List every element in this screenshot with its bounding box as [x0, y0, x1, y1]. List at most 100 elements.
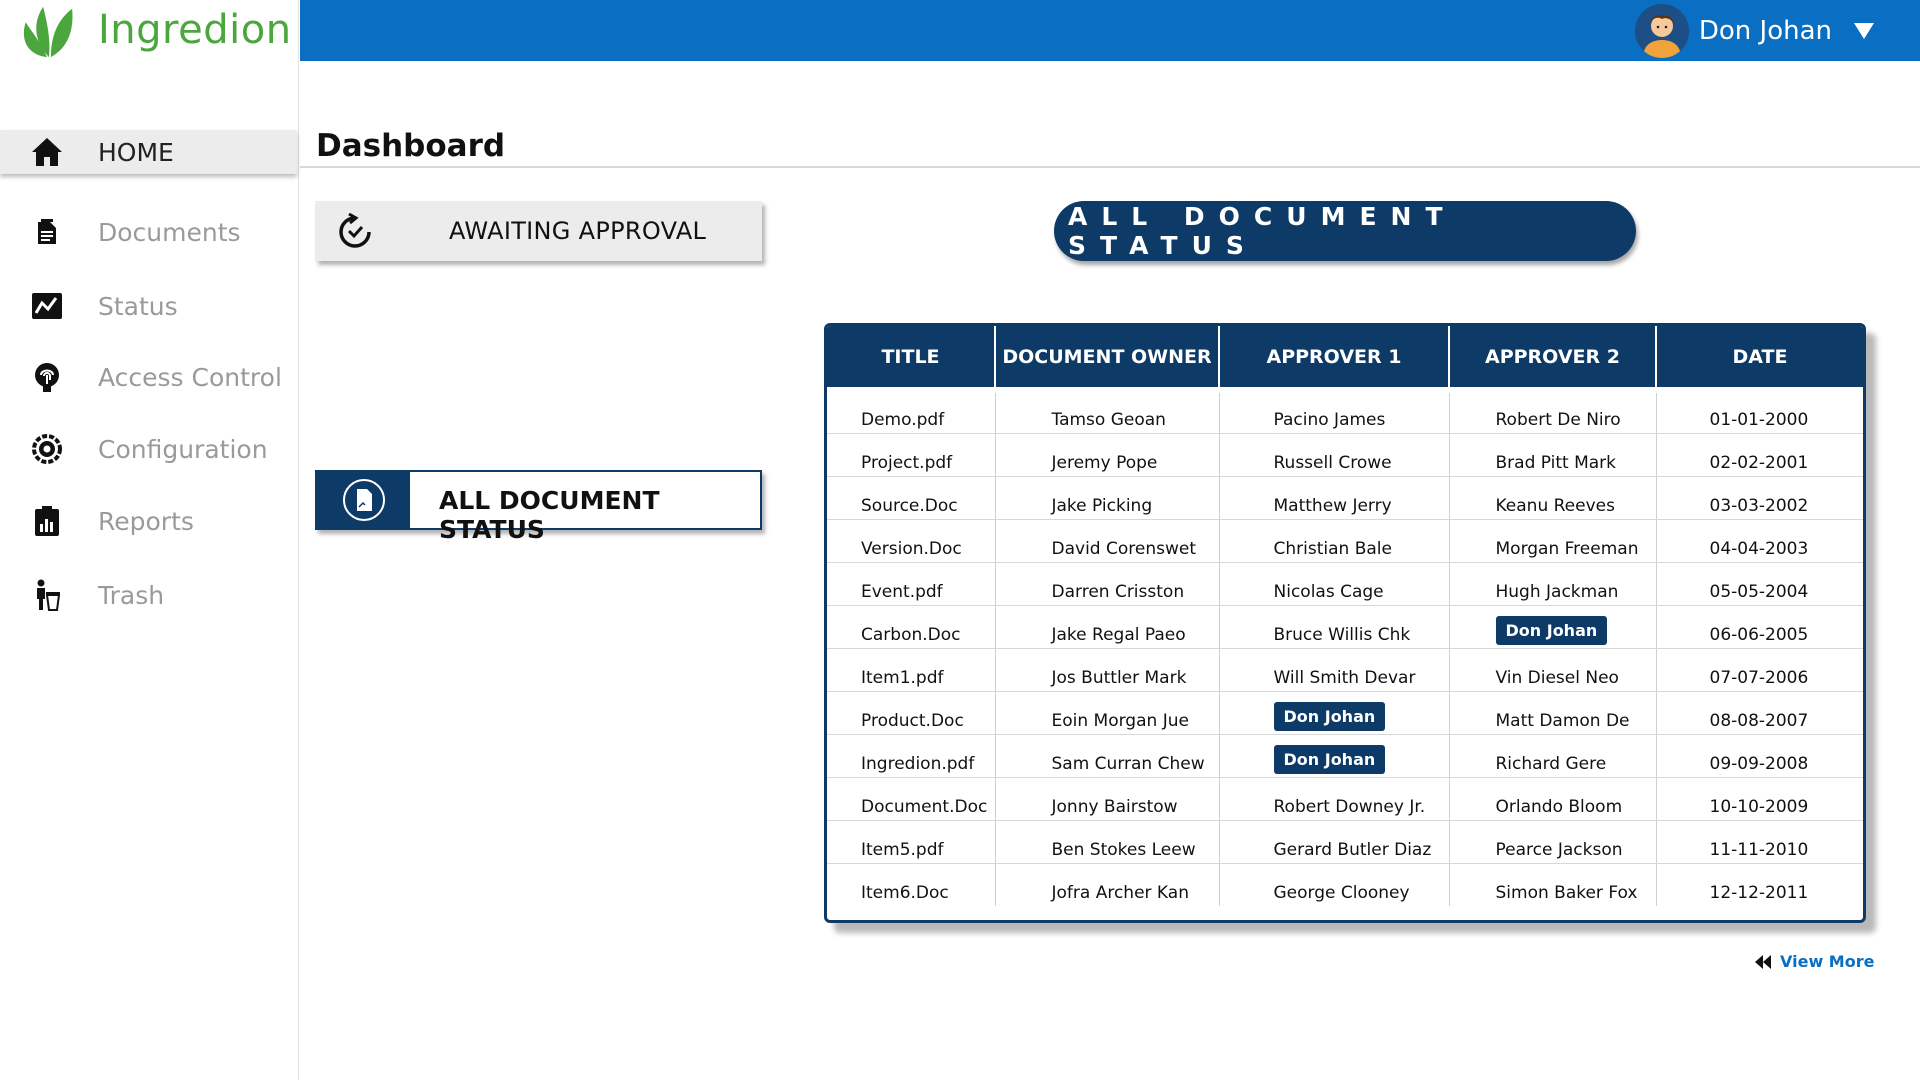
- brand-name: Ingredion: [98, 7, 292, 53]
- cell-text: Russell Crowe: [1273, 452, 1392, 473]
- title-divider: [300, 166, 1920, 168]
- cell-text: Demo.pdf: [861, 409, 945, 430]
- cell-text: 04-04-2003: [1709, 538, 1809, 559]
- sidebar-item-label: HOME: [98, 137, 174, 167]
- table-cell: Item6.Doc: [827, 863, 996, 906]
- column-header[interactable]: TITLE: [827, 326, 996, 393]
- table-row[interactable]: Item5.pdf Ben Stokes Leew Gerard Butler Di…: [827, 820, 1863, 864]
- cell-text: Hugh Jackman: [1495, 581, 1619, 602]
- table-row[interactable]: Document.Doc Jonny Bairstow Robert Downey …: [827, 777, 1863, 821]
- table-cell: Morgan Freeman: [1449, 519, 1657, 563]
- view-more-link[interactable]: View More: [1754, 952, 1874, 971]
- leaf-logo-icon: [23, 6, 73, 58]
- cell-text: Jofra Archer Kan: [1051, 883, 1189, 903]
- table-row[interactable]: Source.Doc Jake Picking Matthew Jerry Keanu…: [827, 476, 1863, 520]
- table-cell: 03-03-2002: [1656, 476, 1863, 520]
- column-header[interactable]: DATE: [1656, 326, 1863, 393]
- table-cell: Project.pdf: [827, 433, 996, 477]
- table-cell: 10-10-2009: [1656, 777, 1863, 821]
- cell-text: Robert Downey Jr.: [1273, 796, 1426, 817]
- cell-text: Gerard Butler Diaz: [1273, 839, 1432, 860]
- sidebar-item-configuration[interactable]: Configuration: [0, 427, 299, 471]
- report-icon: [30, 504, 64, 538]
- cell-text: Matt Damon De: [1495, 710, 1630, 731]
- column-header[interactable]: DOCUMENT OWNER: [995, 326, 1220, 393]
- awaiting-approval-button[interactable]: AWAITING APPROVAL: [315, 201, 762, 261]
- sidebar-item-label: Configuration: [98, 434, 268, 464]
- table-cell: Source.Doc: [827, 476, 996, 520]
- cell-text: Pearce Jackson: [1495, 839, 1623, 860]
- table-row[interactable]: Product.Doc Eoin Morgan Jue Don Johan Matt …: [827, 691, 1863, 735]
- table-cell: George Clooney: [1219, 863, 1450, 906]
- table-row[interactable]: Item1.pdf Jos Buttler Mark Will Smith Deva…: [827, 648, 1863, 692]
- sidebar-item-home[interactable]: HOME: [0, 130, 297, 174]
- cell-text: 02-02-2001: [1709, 452, 1809, 473]
- table-cell: Tamso Geoan: [995, 390, 1220, 434]
- table-cell: Christian Bale: [1219, 519, 1450, 563]
- cell-text: Tamso Geoan: [1051, 409, 1166, 430]
- cell-text: Document.Doc: [861, 796, 988, 817]
- sidebar-item-label: Reports: [98, 506, 194, 536]
- table-row[interactable]: Project.pdf Jeremy Pope Russell Crowe Brad …: [827, 433, 1863, 477]
- cell-text: 03-03-2002: [1709, 495, 1809, 516]
- caret-down-icon[interactable]: [1854, 23, 1874, 39]
- user-name[interactable]: Don Johan: [1699, 16, 1832, 46]
- table-cell: Robert Downey Jr.: [1219, 777, 1450, 821]
- table-row[interactable]: Demo.pdf Tamso Geoan Pacino James Robert De…: [827, 390, 1863, 434]
- cell-text: Matthew Jerry: [1273, 495, 1392, 516]
- sidebar-item-status[interactable]: Status: [0, 284, 299, 328]
- table-row[interactable]: Item6.Doc Jofra Archer Kan George Clooney S…: [827, 863, 1863, 906]
- table-cell: Vin Diesel Neo: [1449, 648, 1657, 692]
- sidebar-item-reports[interactable]: Reports: [0, 499, 299, 543]
- cell-text: Event.pdf: [861, 581, 943, 602]
- sidebar-item-trash[interactable]: Trash: [0, 573, 299, 617]
- table-cell: 12-12-2011: [1656, 863, 1863, 906]
- document-status-table: TITLE DOCUMENT OWNER APPROVER 1 APPROVER…: [824, 323, 1866, 923]
- sidebar-item-label: Trash: [98, 580, 165, 610]
- awaiting-approval-label: AWAITING APPROVAL: [449, 217, 707, 245]
- table-cell: Nicolas Cage: [1219, 562, 1450, 606]
- table-cell: Richard Gere: [1449, 734, 1657, 778]
- all-document-status-label: ALL DOCUMENT STATUS: [439, 486, 660, 544]
- table-cell: 07-07-2006: [1656, 648, 1863, 692]
- sidebar-item-documents[interactable]: Documents: [0, 210, 299, 254]
- column-header[interactable]: APPROVER 1: [1219, 326, 1450, 393]
- trash-icon: [30, 578, 64, 612]
- table-cell: Sam Curran Chew: [995, 734, 1220, 778]
- cell-text: 01-01-2000: [1709, 409, 1809, 430]
- approver-badge[interactable]: Don Johan: [1273, 701, 1386, 731]
- table-cell: Bruce Willis Chk: [1219, 605, 1450, 649]
- table-row[interactable]: Version.Doc David Corenswet Christian Bale…: [827, 519, 1863, 563]
- table-row[interactable]: Ingredion.pdf Sam Curran Chew Don Johan Ric…: [827, 734, 1863, 778]
- table-cell: Jeremy Pope: [995, 433, 1220, 477]
- table-cell: Item5.pdf: [827, 820, 996, 864]
- table-cell: Carbon.Doc: [827, 605, 996, 649]
- avatar-icon[interactable]: [1634, 4, 1689, 58]
- column-header[interactable]: APPROVER 2: [1449, 326, 1657, 393]
- table-cell: 04-04-2003: [1656, 519, 1863, 563]
- table-row[interactable]: Carbon.Doc Jake Regal Paeo Bruce Willis Ch…: [827, 605, 1863, 649]
- cell-text: Pacino James: [1273, 409, 1386, 430]
- section-heading-text: ALL DOCUMENT STATUS: [1068, 202, 1457, 260]
- sidebar-item-access-control[interactable]: Access Control: [0, 355, 299, 399]
- approver-badge[interactable]: Don Johan: [1273, 744, 1386, 774]
- cell-text: Item1.pdf: [861, 667, 944, 688]
- table-cell: 05-05-2004: [1656, 562, 1863, 606]
- table-cell: Don Johan: [1449, 605, 1657, 649]
- table-cell: 08-08-2007: [1656, 691, 1863, 735]
- table-cell: Don Johan: [1219, 734, 1450, 778]
- user-menu[interactable]: Don Johan: [1634, 3, 1874, 59]
- cell-text: Eoin Morgan Jue: [1051, 710, 1189, 731]
- refresh-icon: [339, 212, 371, 248]
- approver-badge[interactable]: Don Johan: [1495, 615, 1608, 645]
- table-cell: Ben Stokes Leew: [995, 820, 1220, 864]
- sidebar-item-label: Status: [98, 291, 178, 321]
- sidebar: Ingredion HOME Documents Status Access C…: [0, 0, 299, 1080]
- page-title: Dashboard: [316, 128, 506, 164]
- cell-text: Version.Doc: [861, 538, 962, 559]
- brand-logo[interactable]: Ingredion: [18, 2, 292, 58]
- table-cell: Jos Buttler Mark: [995, 648, 1220, 692]
- all-document-status-button[interactable]: ALL DOCUMENT STATUS: [315, 470, 762, 544]
- table-row[interactable]: Event.pdf Darren Crisston Nicolas Cage Hugh…: [827, 562, 1863, 606]
- table-cell: 09-09-2008: [1656, 734, 1863, 778]
